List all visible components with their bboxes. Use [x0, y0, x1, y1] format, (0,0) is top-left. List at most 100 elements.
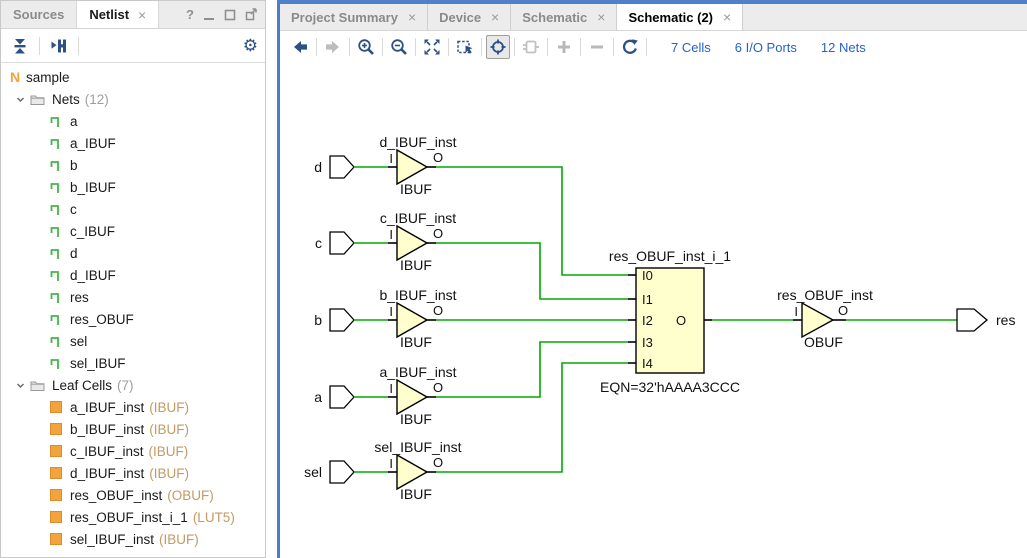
tab-sources[interactable]: Sources — [1, 1, 77, 28]
input-row-a[interactable]: a I O a_IBUF_inst IBUF — [314, 342, 628, 427]
ibuf-symbol[interactable] — [397, 455, 427, 489]
tree-item-net-c[interactable]: c — [2, 198, 264, 220]
output-row-res[interactable]: I O res_OBUF_inst OBUF res — [777, 287, 1015, 350]
cell-type-label: IBUF — [400, 257, 432, 273]
minimize-icon[interactable] — [203, 9, 215, 21]
close-icon[interactable]: × — [138, 8, 146, 22]
tree-folder-label: Nets — [52, 92, 80, 107]
zoom-in-button[interactable] — [354, 35, 378, 59]
tree-item-net-res-obuf[interactable]: res_OBUF — [2, 308, 264, 330]
tree-item-net-b-ibuf[interactable]: b_IBUF — [2, 176, 264, 198]
autofit-selection-button[interactable] — [486, 35, 510, 59]
tree-item-label: a_IBUF_inst — [70, 400, 144, 415]
input-port-shape[interactable] — [330, 309, 354, 331]
tree-item-sample[interactable]: N sample — [2, 66, 264, 88]
output-port-shape[interactable] — [957, 309, 987, 331]
toolbar-separator — [646, 38, 647, 56]
input-port-shape[interactable] — [330, 232, 354, 254]
ibuf-symbol[interactable] — [397, 150, 427, 184]
plus-button[interactable] — [552, 35, 576, 59]
pin-label-o: O — [433, 455, 443, 470]
tree-item-net-d[interactable]: d — [2, 242, 264, 264]
tree-item-cell-c-ibuf-inst[interactable]: c_IBUF_inst (IBUF) — [2, 440, 264, 462]
tree-item-net-a-ibuf[interactable]: a_IBUF — [2, 132, 264, 154]
tree-item-net-res[interactable]: res — [2, 286, 264, 308]
tree-item-cell-res-obuf-inst[interactable]: res_OBUF_inst (OBUF) — [2, 484, 264, 506]
pin-label-i: I — [389, 151, 393, 166]
tree-item-net-d-ibuf[interactable]: d_IBUF — [2, 264, 264, 286]
toolbar-separator — [448, 38, 449, 56]
zoom-fit-button[interactable] — [420, 35, 444, 59]
port-label: b — [314, 312, 322, 328]
regenerate-button[interactable] — [618, 35, 642, 59]
tree-item-cell-res-obuf-inst-i-1[interactable]: res_OBUF_inst_i_1 (LUT5) — [2, 506, 264, 528]
input-port-shape[interactable] — [330, 461, 354, 483]
chevron-down-icon[interactable] — [15, 94, 26, 105]
folder-icon — [30, 93, 45, 106]
input-row-d[interactable]: d I O d_IBUF_inst IBUF — [314, 134, 628, 275]
tree-item-net-sel-ibuf[interactable]: sel_IBUF — [2, 352, 264, 374]
tab-schematic[interactable]: Schematic × — [511, 4, 617, 30]
toolbar-separator — [547, 38, 548, 56]
ibuf-symbol[interactable] — [397, 226, 427, 260]
tree-item-cell-sel-ibuf-inst[interactable]: sel_IBUF_inst (IBUF) — [2, 528, 264, 550]
cell-type-label: (OBUF) — [167, 488, 214, 503]
obuf-symbol[interactable] — [802, 303, 833, 337]
minus-button[interactable] — [585, 35, 609, 59]
zoom-out-button[interactable] — [387, 35, 411, 59]
port-label: c — [315, 235, 322, 251]
instance-label: c_IBUF_inst — [380, 210, 456, 226]
tree-item-net-c-ibuf[interactable]: c_IBUF — [2, 220, 264, 242]
back-button[interactable] — [288, 35, 312, 59]
float-icon[interactable] — [245, 8, 258, 21]
tree-item-net-sel[interactable]: sel — [2, 330, 264, 352]
tree-folder-nets[interactable]: Nets (12) — [2, 88, 264, 110]
io-ports-count-link[interactable]: 6 I/O Ports — [735, 40, 797, 55]
net-icon — [50, 290, 63, 304]
tab-label: Schematic (2) — [628, 10, 713, 25]
pin-label-o: O — [676, 313, 686, 328]
tree-folder-leaf-cells[interactable]: Leaf Cells (7) — [2, 374, 264, 396]
expand-primitives-button[interactable] — [47, 34, 71, 58]
tab-netlist[interactable]: Netlist × — [77, 1, 159, 28]
ibuf-symbol[interactable] — [397, 303, 427, 337]
input-row-b[interactable]: b I O b_IBUF_inst IBUF — [314, 287, 628, 350]
tree-item-net-a[interactable]: a — [2, 110, 264, 132]
toolbar-separator — [415, 38, 416, 56]
tab-project-summary[interactable]: Project Summary × — [280, 4, 428, 30]
net-wire[interactable] — [436, 243, 628, 299]
ibuf-symbol[interactable] — [397, 380, 427, 414]
close-icon[interactable]: × — [597, 10, 605, 24]
net-wire[interactable] — [436, 167, 628, 275]
close-icon[interactable]: × — [491, 10, 499, 24]
pin-label-i1: I1 — [642, 292, 653, 307]
input-row-sel[interactable]: sel I O sel_IBUF_inst IBUF — [304, 363, 628, 502]
zoom-selection-button[interactable] — [453, 35, 477, 59]
tree-item-cell-b-ibuf-inst[interactable]: b_IBUF_inst (IBUF) — [2, 418, 264, 440]
nets-count-link[interactable]: 12 Nets — [821, 40, 866, 55]
tree-item-cell-d-ibuf-inst[interactable]: d_IBUF_inst (IBUF) — [2, 462, 264, 484]
input-port-shape[interactable] — [330, 386, 354, 408]
chevron-down-icon[interactable] — [15, 380, 26, 391]
schematic-canvas[interactable]: d I O d_IBUF_inst IBUF c — [280, 62, 1027, 558]
forward-button[interactable] — [321, 35, 345, 59]
tab-schematic-2[interactable]: Schematic (2) × — [617, 4, 743, 30]
maximize-icon[interactable] — [224, 9, 236, 21]
input-port-shape[interactable] — [330, 156, 354, 178]
tab-device[interactable]: Device × — [428, 4, 511, 30]
tree-item-net-b[interactable]: b — [2, 154, 264, 176]
cells-count-link[interactable]: 7 Cells — [671, 40, 711, 55]
add-cell-button[interactable] — [519, 35, 543, 59]
netlist-panel: Sources Netlist × ? — [0, 0, 266, 558]
input-row-c[interactable]: c I O c_IBUF_inst IBUF — [315, 210, 628, 299]
close-icon[interactable]: × — [408, 10, 416, 24]
pin-label-i: I — [389, 227, 393, 242]
collapse-all-button[interactable] — [8, 34, 32, 58]
tree-item-label: c — [70, 202, 77, 217]
tree-item-label: res_OBUF_inst_i_1 — [70, 510, 188, 525]
lut5-cell[interactable]: res_OBUF_inst_i_1 I0 I1 I2 I3 I4 O EQN=3… — [600, 248, 740, 395]
settings-gear-icon[interactable]: ⚙ — [243, 37, 258, 54]
tree-item-cell-a-ibuf-inst[interactable]: a_IBUF_inst (IBUF) — [2, 396, 264, 418]
close-icon[interactable]: × — [723, 10, 731, 24]
help-icon[interactable]: ? — [186, 7, 194, 22]
